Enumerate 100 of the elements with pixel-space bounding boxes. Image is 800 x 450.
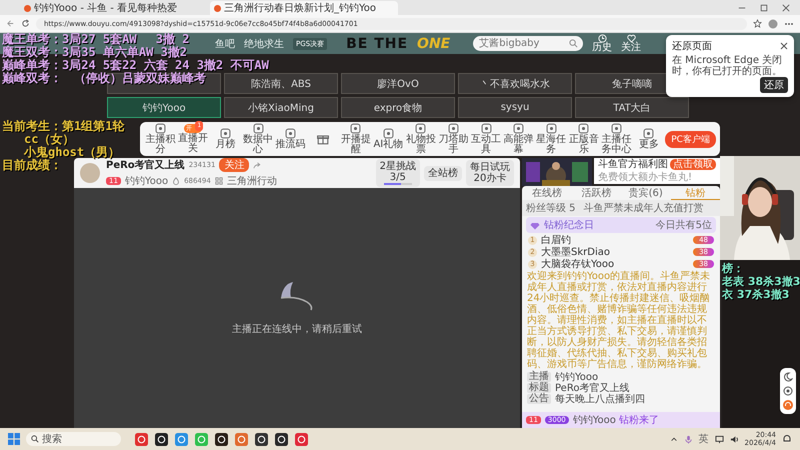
app-icon <box>643 128 654 139</box>
fan-name[interactable]: 大墨墨SkrDiao <box>541 245 610 259</box>
toolbar-item[interactable]: 数据中心 <box>242 135 274 155</box>
nav-link[interactable]: 鱼吧 <box>215 36 235 50</box>
toolbar-item[interactable]: 开播提醒 <box>339 135 372 155</box>
streamer-button[interactable]: TAT大白 <box>575 97 689 118</box>
video-player[interactable]: 主播正在连线中，请稍后重试 <box>74 188 520 428</box>
category-icon <box>214 177 223 185</box>
challenge-button[interactable]: 2星挑战 3/5 <box>376 159 420 187</box>
app-icon <box>513 123 524 134</box>
streamer-button[interactable]: sysyu <box>458 97 572 118</box>
anniversary-title: 钻粉纪念日 <box>544 219 594 232</box>
status-message: 主播正在连线中，请稍后重试 <box>232 322 362 336</box>
app-icon <box>285 128 296 139</box>
header-link[interactable]: 历史 <box>592 43 612 53</box>
overlay-text: 小鬼ghost（男） <box>24 146 120 159</box>
entry-message: 钓钓Yooo 钻粉来了 <box>572 414 660 427</box>
streamer-button[interactable]: 廖洋OvO <box>341 73 455 94</box>
app-icon <box>480 123 492 134</box>
app-icon[interactable] <box>155 432 168 446</box>
overlay-text: 衣 37杀3撤3 <box>722 288 790 301</box>
share-icon <box>253 160 262 170</box>
ranking-tab[interactable]: 在线榜 <box>522 186 572 200</box>
chevron-up-icon <box>670 435 678 443</box>
streamer-button[interactable]: 丶不喜欢喝水水 <box>458 73 572 94</box>
app-icon <box>382 128 394 139</box>
overlay-text: 老表 38杀3撤3 <box>722 275 800 288</box>
fan-name[interactable]: 大脑袋存钛Yooo <box>541 257 614 271</box>
browser-tab[interactable]: 三角洲行动春日焕新计划_钓钓Yoo <box>210 1 398 15</box>
browser-tab[interactable]: 钓钓Yooo - 斗鱼 - 看见每种热爱 <box>20 1 208 15</box>
app-icon <box>448 123 459 134</box>
streamer-button[interactable]: 钓钓Yooo <box>107 97 221 118</box>
nav-link[interactable]: 绝地求生 <box>244 36 284 50</box>
toolbar-item[interactable]: 互动工具 <box>470 135 502 155</box>
target-icon <box>783 386 793 396</box>
app-icon <box>415 123 426 134</box>
close-icon <box>782 4 790 12</box>
restore-button[interactable]: 还原 <box>760 77 788 93</box>
overlay-text: 榜： <box>722 262 745 275</box>
headset-icon <box>783 400 793 410</box>
toolbar-item[interactable]: 更多 <box>638 140 659 150</box>
toolbar-item[interactable]: 高能弹幕 <box>502 135 535 155</box>
app-icon <box>350 123 362 134</box>
ad-subtitle: 免费领大额办卡鱼丸! <box>598 172 694 183</box>
back-icon <box>6 19 15 28</box>
search-icon <box>569 39 578 48</box>
app-icon[interactable] <box>255 432 268 446</box>
overlay-text: 当前考生：第1组第1轮 <box>2 120 124 133</box>
trial-button[interactable]: 每日试玩 20办卡 <box>466 160 514 186</box>
taskbar-search[interactable]: 搜索 <box>26 432 121 446</box>
popup-title: 还原页面 <box>672 40 712 53</box>
gift-icon <box>317 133 330 145</box>
toolbar-item[interactable]: 主播任务中心 <box>600 135 633 155</box>
streamer-button[interactable]: 陈浩南、ABS <box>224 73 338 94</box>
toolbar-item[interactable]: 直播开关 <box>176 134 210 154</box>
reload-icon <box>21 19 30 28</box>
star-icon <box>753 19 762 28</box>
toolbar-item[interactable]: 推流码 <box>276 140 306 150</box>
streamer-button[interactable]: 小铭XiaoMing <box>224 97 338 118</box>
input-language[interactable]: 英 <box>698 432 709 446</box>
toolbar-item[interactable]: 刀塔助手 <box>437 135 470 155</box>
toolbar-item[interactable]: AI礼物 <box>373 140 404 150</box>
search-field[interactable]: 艾酱bigbaby <box>473 36 584 51</box>
app-icon <box>154 123 166 134</box>
toolbar-item[interactable]: 礼物投票 <box>404 135 438 155</box>
overlay-text: 魔王单考：3局27 5套AW 3撤 2 <box>2 33 190 46</box>
toolbar-item[interactable]: 主播积分 <box>144 135 177 155</box>
streamer-button[interactable]: expro食物 <box>341 97 455 118</box>
monitor-icon <box>714 434 724 444</box>
info-value: PeRo考官又上线 <box>555 382 630 394</box>
ad-title: 斗鱼官方福利图 <box>598 159 668 170</box>
banner-text: ONE <box>417 36 450 52</box>
rank-button[interactable]: 全站榜 <box>424 166 462 180</box>
overlay-text: 巅峰单考：3局24 5套22 六套 24 3撤2 不可AW <box>2 59 269 72</box>
fan-name[interactable]: 白眉钓 <box>541 233 571 247</box>
category-link[interactable]: 三角洲行动 <box>226 174 277 188</box>
info-label: 主播 <box>527 372 551 382</box>
fan-level: 粉丝等级 5 <box>526 202 576 215</box>
room-title: PeRo考官又上线 <box>106 158 185 172</box>
owner-name[interactable]: 钓钓Yooo <box>124 174 168 188</box>
microphone-icon <box>684 434 693 444</box>
app-icon <box>578 123 590 134</box>
ranking-tab[interactable]: 贵宾(6) <box>621 186 670 200</box>
pc-client-button[interactable]: PC客户端 <box>665 130 716 148</box>
app-icon <box>546 123 557 134</box>
moon-icon <box>783 372 793 382</box>
info-value: 每天晚上八点播到四 <box>555 392 645 406</box>
maximize-icon <box>760 4 768 12</box>
profile-icon <box>768 18 778 28</box>
ranking-tab[interactable]: 活跃榜 <box>572 186 621 200</box>
app-icon[interactable] <box>275 432 288 446</box>
app-icon[interactable] <box>215 432 228 446</box>
info-label: 标题 <box>527 382 551 392</box>
toolbar-item[interactable]: 星海任务 <box>534 135 568 155</box>
notice-text: 斗鱼严禁未成年人充值打赏 <box>584 202 704 215</box>
toolbar-item[interactable]: 正版音乐 <box>568 135 600 155</box>
speaker-icon <box>730 434 739 444</box>
header-link[interactable]: 关注 <box>621 43 642 53</box>
search-icon <box>31 435 39 443</box>
toolbar-item[interactable]: 月榜 <box>215 140 236 150</box>
